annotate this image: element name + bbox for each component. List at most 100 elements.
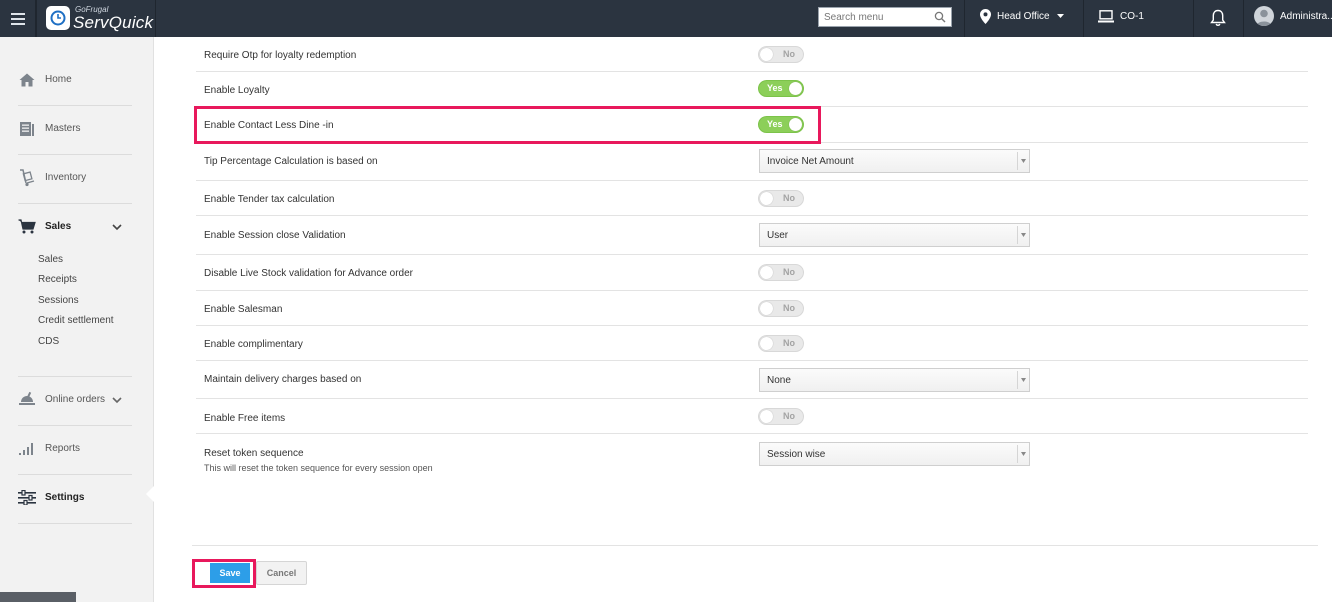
sidebar-subitem-receipts[interactable]: Receipts bbox=[38, 274, 77, 285]
toggle-state: No bbox=[783, 193, 795, 203]
sidebar-item-label: Home bbox=[45, 74, 72, 85]
setting-label: Maintain delivery charges based on bbox=[204, 374, 362, 385]
toggle-salesman[interactable]: No bbox=[758, 300, 804, 317]
toggle-knob bbox=[760, 302, 773, 315]
select-value: Session wise bbox=[767, 449, 826, 460]
cart-icon bbox=[18, 218, 36, 236]
setting-row: Require Otp for loyalty redemption No bbox=[196, 37, 1308, 72]
masters-icon bbox=[18, 120, 36, 138]
computer-icon bbox=[1098, 10, 1114, 23]
highlight-box bbox=[194, 106, 821, 144]
select-value: User bbox=[767, 230, 789, 241]
setting-label: Enable Salesman bbox=[204, 304, 283, 315]
toggle-state: Yes bbox=[767, 83, 783, 93]
sidebar-item-reports[interactable]: Reports bbox=[18, 424, 132, 473]
divider bbox=[1193, 0, 1194, 37]
toggle-state: No bbox=[783, 338, 795, 348]
toggle-knob bbox=[760, 266, 773, 279]
divider bbox=[36, 0, 37, 37]
setting-label: Enable Tender tax calculation bbox=[204, 194, 335, 205]
toggle-free-items[interactable]: No bbox=[758, 408, 804, 425]
chevron-down-icon[interactable] bbox=[112, 397, 122, 404]
user-menu[interactable]: Administra... bbox=[1254, 6, 1332, 26]
divider bbox=[192, 545, 1318, 546]
online-orders-icon bbox=[18, 391, 36, 409]
sidebar-item-label: Reports bbox=[45, 443, 81, 454]
toggle-complimentary[interactable]: No bbox=[758, 335, 804, 352]
setting-row: Enable Salesman No bbox=[196, 291, 1308, 326]
toggle-knob bbox=[760, 410, 773, 423]
sidebar-item-inventory[interactable]: Inventory bbox=[18, 153, 132, 202]
brand-name: ServQuick bbox=[73, 12, 154, 32]
divider bbox=[964, 0, 965, 37]
setting-label: Enable Session close Validation bbox=[204, 230, 346, 241]
setting-row: Enable Session close Validation User bbox=[196, 216, 1308, 255]
setting-label: Enable Loyalty bbox=[204, 85, 270, 96]
search-input[interactable] bbox=[819, 8, 929, 26]
select-value: None bbox=[767, 375, 791, 386]
brand-logo[interactable]: GoFrugal ServQuick bbox=[46, 4, 153, 32]
sidebar-item-label: Masters bbox=[45, 123, 81, 134]
avatar bbox=[1254, 6, 1274, 26]
top-bar: GoFrugal ServQuick Head Office CO-1 Admi… bbox=[0, 0, 1332, 37]
toggle-enable-loyalty[interactable]: Yes bbox=[758, 80, 804, 97]
setting-label: Enable Free items bbox=[204, 413, 286, 424]
delivery-charges-select[interactable]: None bbox=[759, 368, 1030, 392]
setting-row: Tip Percentage Calculation is based on I… bbox=[196, 143, 1308, 181]
setting-label: Require Otp for loyalty redemption bbox=[204, 50, 357, 61]
toggle-knob bbox=[760, 337, 773, 350]
sidebar-item-home[interactable]: Home bbox=[18, 55, 132, 104]
toggle-knob bbox=[760, 48, 773, 61]
search-menu[interactable] bbox=[818, 7, 952, 27]
counter-label: CO-1 bbox=[1120, 11, 1144, 22]
sidebar: Home Masters Inventory Sales Sales Recei… bbox=[0, 37, 155, 602]
sidebar-item-masters[interactable]: Masters bbox=[18, 104, 132, 153]
dropdown-arrow-icon bbox=[1017, 152, 1029, 170]
toggle-tender-tax[interactable]: No bbox=[758, 190, 804, 207]
caret-down-icon bbox=[1056, 14, 1064, 18]
toggle-live-stock-validation[interactable]: No bbox=[758, 264, 804, 281]
sidebar-item-label: Settings bbox=[45, 492, 85, 503]
divider bbox=[1243, 0, 1244, 37]
chevron-down-icon[interactable] bbox=[112, 224, 122, 231]
settings-panel: Require Otp for loyalty redemption No En… bbox=[154, 37, 1332, 602]
divider bbox=[155, 0, 156, 37]
location-label: Head Office bbox=[997, 11, 1050, 22]
toggle-knob bbox=[760, 192, 773, 205]
notification-bell-icon[interactable] bbox=[1210, 9, 1226, 30]
bar-chart-icon bbox=[18, 440, 36, 458]
setting-row: Enable Tender tax calculation No bbox=[196, 181, 1308, 216]
counter-selector[interactable]: CO-1 bbox=[1098, 10, 1144, 23]
location-selector[interactable]: Head Office bbox=[980, 9, 1064, 24]
sidebar-subitem-credit-settlement[interactable]: Credit settlement bbox=[38, 315, 114, 326]
sidebar-item-label: Sales bbox=[45, 221, 72, 232]
toggle-state: No bbox=[783, 267, 795, 277]
setting-row: Disable Live Stock validation for Advanc… bbox=[196, 255, 1308, 291]
setting-label: Reset token sequence bbox=[204, 448, 304, 459]
setting-label: Enable complimentary bbox=[204, 339, 303, 350]
setting-row: Maintain delivery charges based on None bbox=[196, 361, 1308, 399]
setting-row: Enable complimentary No bbox=[196, 326, 1308, 361]
sidebar-subitem-sales[interactable]: Sales bbox=[38, 254, 63, 265]
sidebar-item-settings[interactable]: Settings bbox=[18, 473, 132, 522]
hamburger-menu-icon[interactable] bbox=[0, 0, 36, 37]
sidebar-item-label: Inventory bbox=[45, 172, 87, 183]
setting-label: Tip Percentage Calculation is based on bbox=[204, 156, 378, 167]
dropdown-arrow-icon bbox=[1017, 445, 1029, 463]
bottom-panel-tab[interactable] bbox=[0, 592, 76, 602]
setting-row: Enable Loyalty Yes bbox=[196, 72, 1308, 107]
cancel-button[interactable]: Cancel bbox=[256, 561, 307, 585]
select-value: Invoice Net Amount bbox=[767, 156, 854, 167]
toggle-state: No bbox=[783, 303, 795, 313]
toggle-state: No bbox=[783, 411, 795, 421]
search-icon[interactable] bbox=[934, 11, 946, 26]
toggle-require-otp[interactable]: No bbox=[758, 46, 804, 63]
tip-calculation-select[interactable]: Invoice Net Amount bbox=[759, 149, 1030, 173]
session-close-validation-select[interactable]: User bbox=[759, 223, 1030, 247]
token-sequence-select[interactable]: Session wise bbox=[759, 442, 1030, 466]
sidebar-subitem-sessions[interactable]: Sessions bbox=[38, 295, 79, 306]
clock-logo-icon bbox=[46, 6, 70, 30]
highlight-box bbox=[192, 559, 256, 588]
sidebar-subitem-cds[interactable]: CDS bbox=[38, 336, 59, 347]
setting-row: Reset token sequence This will reset the… bbox=[196, 434, 1308, 478]
